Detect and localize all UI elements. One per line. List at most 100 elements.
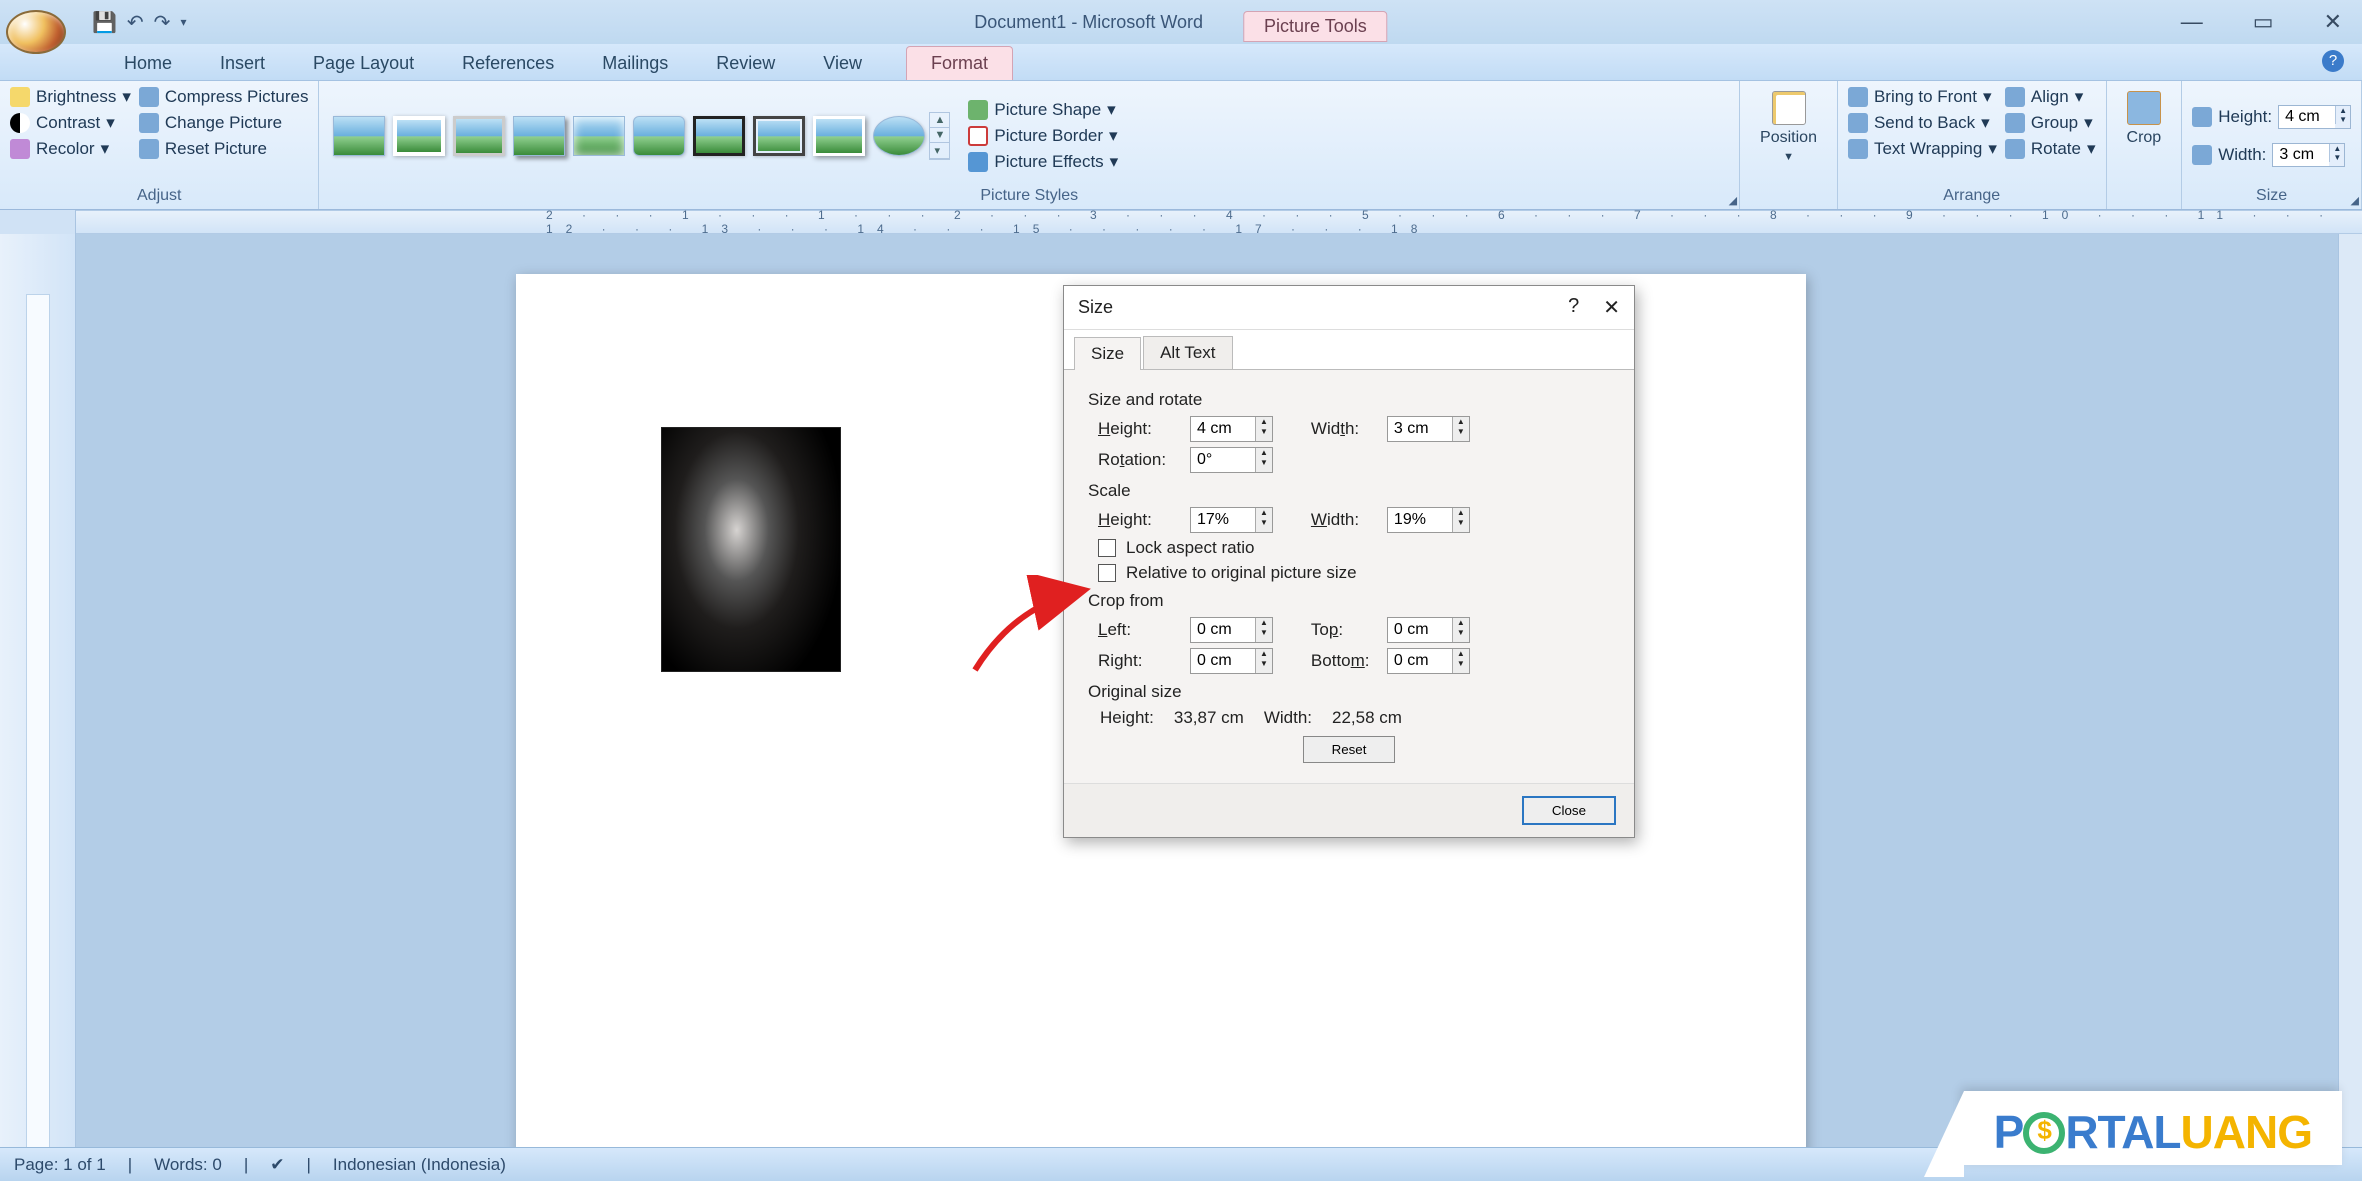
ribbon-width-input[interactable] <box>2273 144 2329 166</box>
input-crop-bottom[interactable] <box>1388 649 1452 673</box>
picture-style-thumb[interactable] <box>693 116 745 156</box>
ruler-ticks: 2 · · · 1 · · · 1 · · · 2 · · · 3 · · · … <box>76 208 2362 236</box>
group-button[interactable]: Group ▾ <box>2005 113 2096 133</box>
maximize-button[interactable]: ▭ <box>2253 9 2274 35</box>
picture-style-thumb[interactable] <box>333 116 385 156</box>
picture-effects-button[interactable]: Picture Effects ▾ <box>968 152 1118 172</box>
contrast-icon <box>10 113 30 133</box>
tab-view[interactable]: View <box>799 47 886 80</box>
recolor-button[interactable]: Recolor ▾ <box>10 139 131 159</box>
reset-button[interactable]: Reset <box>1303 736 1396 763</box>
height-field[interactable]: Height: ▲▼ <box>2192 105 2351 129</box>
picture-style-thumb[interactable] <box>813 116 865 156</box>
brightness-button[interactable]: Brightness ▾ <box>10 87 131 107</box>
picture-border-button[interactable]: Picture Border ▾ <box>968 126 1118 146</box>
picture-style-thumb[interactable] <box>633 116 685 156</box>
tab-format[interactable]: Format <box>906 46 1013 80</box>
watermark-logo: PRTALUANG <box>1964 1091 2342 1165</box>
label-scale-width: Width: <box>1311 510 1377 530</box>
dialog-tab-size[interactable]: Size <box>1074 337 1141 370</box>
group-size: Height: ▲▼ Width: ▲▼ Size ◢ <box>2182 81 2362 209</box>
horizontal-ruler[interactable]: 2 · · · 1 · · · 1 · · · 2 · · · 3 · · · … <box>0 210 2362 234</box>
picture-style-thumb[interactable] <box>573 116 625 156</box>
office-button[interactable] <box>6 10 66 54</box>
minimize-button[interactable]: — <box>2181 9 2203 35</box>
picture-style-thumb[interactable] <box>513 116 565 156</box>
compress-pictures-button[interactable]: Compress Pictures <box>139 87 309 107</box>
front-icon <box>1848 87 1868 107</box>
undo-icon[interactable]: ↶ <box>127 10 144 35</box>
checkbox-lock-aspect[interactable]: Lock aspect ratio <box>1098 538 1610 558</box>
spinner-icon[interactable]: ▲▼ <box>1452 417 1469 441</box>
dialog-help-button[interactable]: ? <box>1568 295 1579 320</box>
spinner-icon[interactable]: ▲▼ <box>1255 618 1272 642</box>
tab-mailings[interactable]: Mailings <box>578 47 692 80</box>
close-dialog-button[interactable]: Close <box>1522 796 1616 825</box>
compress-icon <box>139 87 159 107</box>
size-dialog-launcher[interactable]: ◢ <box>2351 194 2359 207</box>
tab-insert[interactable]: Insert <box>196 47 289 80</box>
dialog-tab-alt-text[interactable]: Alt Text <box>1143 336 1232 369</box>
send-to-back-button[interactable]: Send to Back ▾ <box>1848 113 1997 133</box>
input-width[interactable] <box>1388 417 1452 441</box>
tab-page-layout[interactable]: Page Layout <box>289 47 438 80</box>
qat-dropdown-icon[interactable]: ▾ <box>180 15 186 29</box>
crop-button[interactable]: Crop <box>2117 87 2172 151</box>
bring-to-front-button[interactable]: Bring to Front ▾ <box>1848 87 1997 107</box>
input-height[interactable] <box>1191 417 1255 441</box>
picture-shape-button[interactable]: Picture Shape ▾ <box>968 100 1118 120</box>
tab-home[interactable]: Home <box>100 47 196 80</box>
status-language[interactable]: Indonesian (Indonesia) <box>333 1155 506 1175</box>
spinner-icon[interactable]: ▲▼ <box>1452 649 1469 673</box>
redo-icon[interactable]: ↷ <box>154 10 171 35</box>
spinner-icon[interactable]: ▲▼ <box>1255 448 1272 472</box>
picture-style-thumb[interactable] <box>753 116 805 156</box>
styles-dialog-launcher[interactable]: ◢ <box>1729 194 1737 207</box>
input-crop-top[interactable] <box>1388 618 1452 642</box>
spinner-icon[interactable]: ▲▼ <box>1255 508 1272 532</box>
vertical-ruler[interactable] <box>0 234 76 1164</box>
inserted-picture[interactable] <box>661 427 841 672</box>
status-page[interactable]: Page: 1 of 1 <box>14 1155 106 1175</box>
proofing-icon[interactable]: ✔ <box>270 1155 284 1175</box>
size-dialog: Size ? ✕ Size Alt Text Size and rotate H… <box>1063 285 1635 838</box>
change-picture-button[interactable]: Change Picture <box>139 113 309 133</box>
close-button[interactable]: ✕ <box>2324 9 2342 35</box>
save-icon[interactable]: 💾 <box>92 10 117 35</box>
help-icon[interactable]: ? <box>2322 50 2344 72</box>
label-scale-height: Height: <box>1098 510 1180 530</box>
wrap-icon <box>1848 139 1868 159</box>
align-button[interactable]: Align ▾ <box>2005 87 2096 107</box>
input-crop-left[interactable] <box>1191 618 1255 642</box>
spinner-icon[interactable]: ▲▼ <box>1255 649 1272 673</box>
width-field[interactable]: Width: ▲▼ <box>2192 143 2351 167</box>
reset-picture-button[interactable]: Reset Picture <box>139 139 309 159</box>
annotation-arrow <box>965 575 1105 685</box>
picture-style-thumb[interactable] <box>453 116 505 156</box>
input-crop-right[interactable] <box>1191 649 1255 673</box>
input-scale-width[interactable] <box>1388 508 1452 532</box>
reset-picture-icon <box>139 139 159 159</box>
status-words[interactable]: Words: 0 <box>154 1155 222 1175</box>
tab-references[interactable]: References <box>438 47 578 80</box>
vertical-scrollbar[interactable] <box>2338 234 2362 1164</box>
spinner-icon[interactable]: ▲▼ <box>1255 417 1272 441</box>
spinner-icon[interactable]: ▲▼ <box>1452 508 1469 532</box>
position-button[interactable]: Position▼ <box>1750 87 1827 167</box>
ribbon-height-input[interactable] <box>2279 106 2335 128</box>
style-gallery-scroll[interactable]: ▲▼▾ <box>929 112 950 160</box>
input-scale-height[interactable] <box>1191 508 1255 532</box>
contrast-button[interactable]: Contrast ▾ <box>10 113 131 133</box>
border-icon <box>968 126 988 146</box>
checkbox-relative[interactable]: Relative to original picture size <box>1098 563 1610 583</box>
text-wrapping-button[interactable]: Text Wrapping ▾ <box>1848 139 1997 159</box>
ruler-corner <box>0 210 76 234</box>
dialog-close-button[interactable]: ✕ <box>1603 295 1620 320</box>
spinner-icon[interactable]: ▲▼ <box>1452 618 1469 642</box>
picture-style-thumb[interactable] <box>393 116 445 156</box>
picture-style-thumb[interactable] <box>873 116 925 156</box>
rotate-button[interactable]: Rotate ▾ <box>2005 139 2096 159</box>
dialog-titlebar[interactable]: Size ? ✕ <box>1064 286 1634 330</box>
tab-review[interactable]: Review <box>692 47 799 80</box>
input-rotation[interactable] <box>1191 448 1255 472</box>
